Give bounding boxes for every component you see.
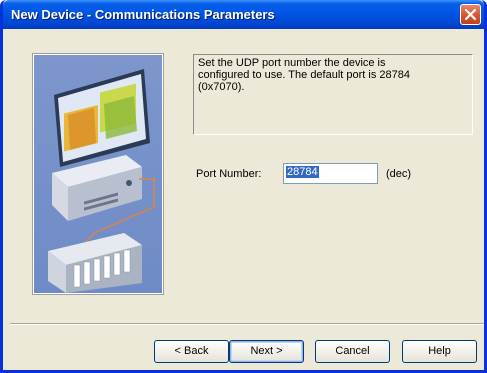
cancel-button[interactable]: Cancel (315, 340, 390, 363)
help-button[interactable]: Help (402, 340, 477, 363)
description-line: configured to use. The default port is 2… (198, 69, 410, 81)
port-unit-label: (dec) (386, 168, 412, 180)
port-number-value: 28784 (286, 166, 319, 178)
computer-network-illustration (32, 53, 164, 295)
title-bar[interactable]: New Device - Communications Parameters (3, 0, 484, 29)
computer-network-icon (48, 69, 155, 293)
description-line: (0x7070). (198, 81, 245, 93)
dialog-content: Set the UDP port number the device is co… (3, 29, 484, 370)
description-box: Set the UDP port number the device is co… (193, 54, 473, 135)
separator (10, 323, 484, 325)
port-number-input[interactable]: 28784 (283, 163, 378, 184)
next-button[interactable]: Next > (229, 340, 304, 363)
port-number-label: Port Number: (196, 168, 262, 180)
close-button[interactable] (460, 4, 481, 25)
dialog-window: New Device - Communications Parameters S… (0, 0, 487, 373)
close-icon (464, 8, 477, 21)
description-line: Set the UDP port number the device is (198, 57, 386, 69)
back-button[interactable]: < Back (154, 340, 229, 363)
window-title: New Device - Communications Parameters (11, 7, 275, 22)
